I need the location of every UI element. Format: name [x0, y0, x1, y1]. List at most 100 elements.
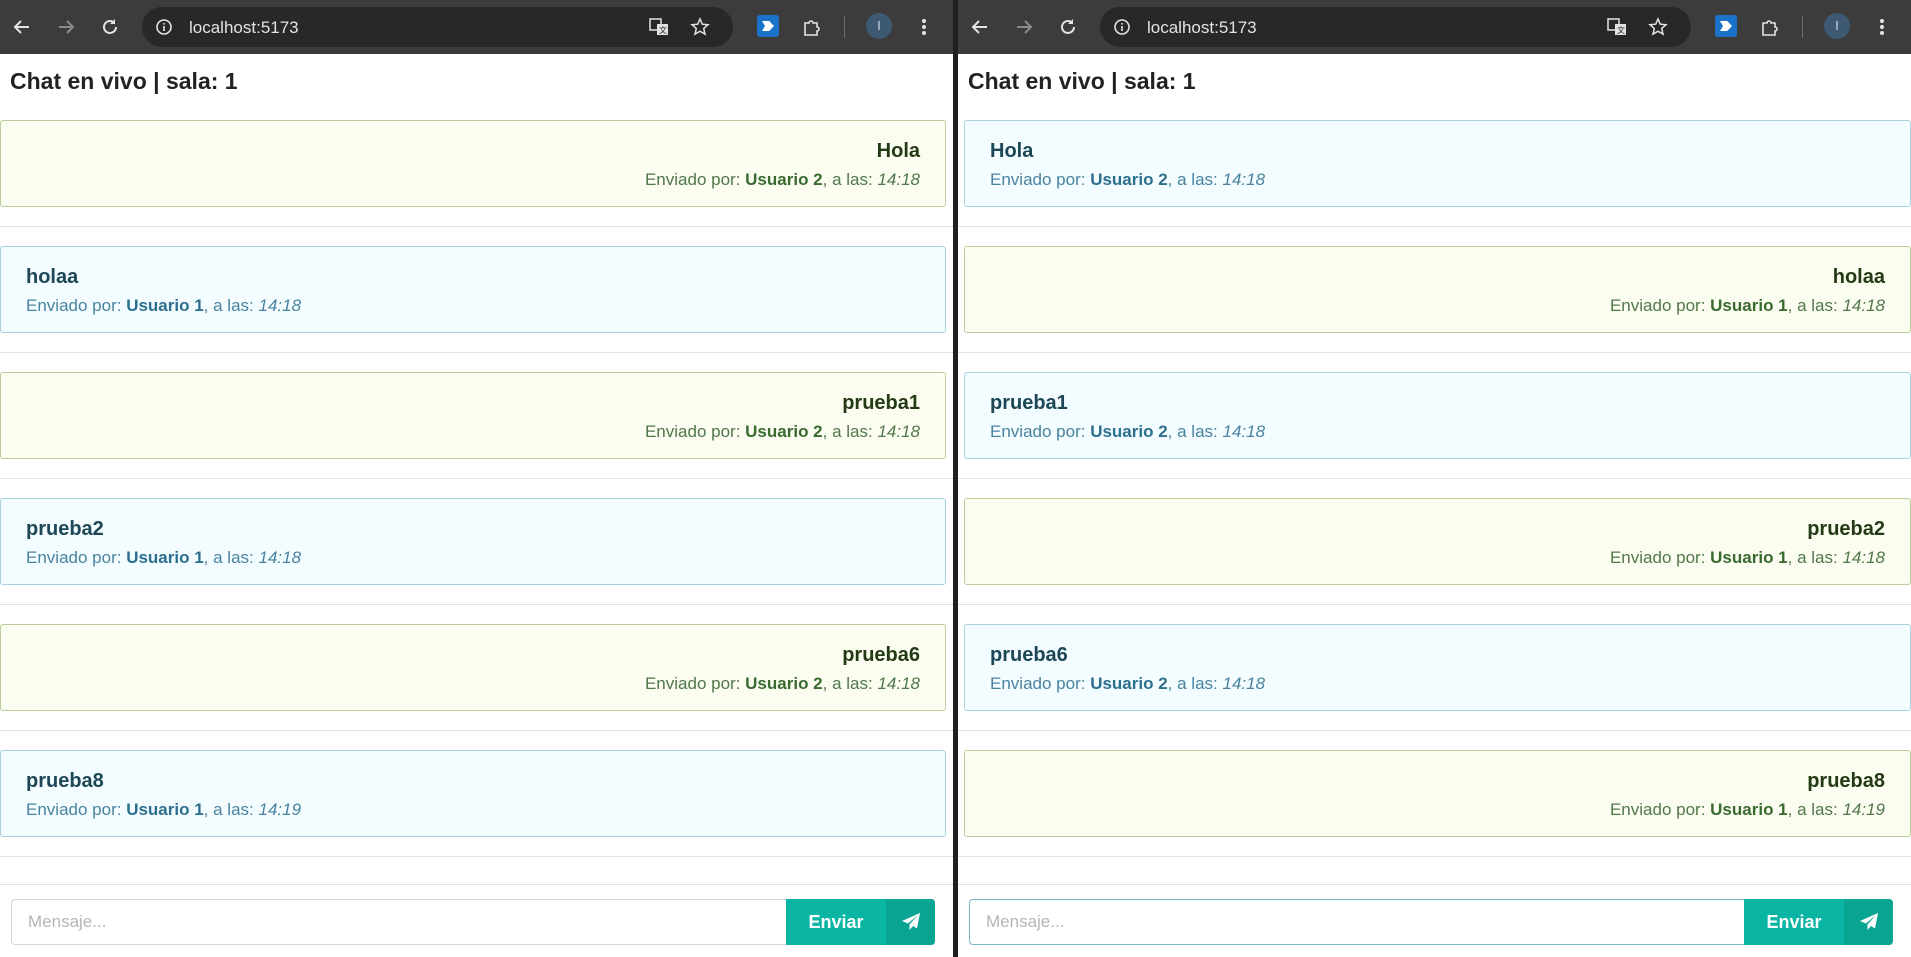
- message-meta: Enviado por: Usuario 2, a las: 14:18: [990, 674, 1265, 694]
- meta-prefix: Enviado por:: [1609, 548, 1711, 567]
- message-card: prueba8 Enviado por: Usuario 1, a las: 14…: [0, 750, 946, 837]
- back-arrow-icon[interactable]: [966, 13, 994, 41]
- message-divider: [0, 730, 953, 731]
- profile-avatar[interactable]: I: [1824, 13, 1850, 39]
- send-button[interactable]: Enviar: [786, 899, 935, 945]
- address-bar[interactable]: localhost:5173 文: [1100, 7, 1691, 47]
- star-icon[interactable]: [1646, 15, 1670, 39]
- message-divider: [958, 352, 1911, 353]
- message-sender: Usuario 1: [126, 800, 204, 819]
- profile-avatar[interactable]: I: [866, 13, 892, 39]
- message-sender: Usuario 1: [126, 548, 204, 567]
- meta-middle: , a las:: [203, 296, 259, 315]
- message-text: prueba1: [842, 392, 920, 414]
- message-card: Hola Enviado por: Usuario 2, a las: 14:18: [0, 120, 946, 207]
- paper-plane-icon: [1844, 899, 1893, 945]
- message-meta: Enviado por: Usuario 2, a las: 14:18: [645, 674, 920, 694]
- message-card: prueba1 Enviado por: Usuario 2, a las: 14…: [964, 372, 1911, 459]
- extension-icon[interactable]: [757, 15, 779, 37]
- message-sender: Usuario 2: [1090, 422, 1168, 441]
- message-time: 14:18: [258, 296, 302, 315]
- reload-icon[interactable]: [96, 13, 124, 41]
- message-divider: [958, 856, 1911, 857]
- message-meta: Enviado por: Usuario 1, a las: 14:19: [1610, 800, 1885, 820]
- message-time: 14:19: [1842, 800, 1885, 819]
- message-input[interactable]: [11, 899, 786, 945]
- message-divider: [958, 478, 1911, 479]
- message-card: prueba2 Enviado por: Usuario 1, a las: 14…: [0, 498, 946, 585]
- url-text[interactable]: localhost:5173: [189, 18, 299, 38]
- message-composer: Enviar: [969, 899, 1893, 945]
- message-divider: [0, 478, 953, 479]
- message-sender: Usuario 2: [1090, 170, 1168, 189]
- meta-middle: , a las:: [1787, 296, 1843, 315]
- message-time: 14:18: [877, 422, 920, 441]
- forward-arrow-icon[interactable]: [52, 13, 80, 41]
- meta-middle: , a las:: [203, 800, 259, 819]
- message-meta: Enviado por: Usuario 1, a las: 14:19: [26, 800, 301, 820]
- meta-middle: , a las:: [822, 674, 878, 693]
- back-arrow-icon[interactable]: [8, 13, 36, 41]
- message-card: prueba1 Enviado por: Usuario 2, a las: 14…: [0, 372, 946, 459]
- url-text[interactable]: localhost:5173: [1147, 18, 1257, 38]
- kebab-menu-icon[interactable]: [1868, 13, 1896, 41]
- reload-icon[interactable]: [1054, 13, 1082, 41]
- message-text: holaa: [1832, 266, 1885, 288]
- meta-prefix: Enviado por:: [644, 170, 746, 189]
- toolbar-separator: [1802, 16, 1803, 38]
- kebab-menu-icon[interactable]: [910, 13, 938, 41]
- message-sender: Usuario 1: [1710, 296, 1788, 315]
- message-time: 14:19: [258, 800, 302, 819]
- message-divider: [958, 226, 1911, 227]
- message-sender: Usuario 1: [1710, 548, 1788, 567]
- message-input[interactable]: [969, 899, 1744, 945]
- translate-icon[interactable]: 文: [1605, 15, 1629, 39]
- meta-middle: , a las:: [1167, 674, 1223, 693]
- meta-middle: , a las:: [203, 548, 259, 567]
- message-card: Hola Enviado por: Usuario 2, a las: 14:18: [964, 120, 1911, 207]
- message-divider: [0, 604, 953, 605]
- message-meta: Enviado por: Usuario 1, a las: 14:18: [26, 548, 301, 568]
- message-text: prueba1: [990, 392, 1068, 414]
- composer-divider: [958, 884, 1911, 885]
- send-button-label: Enviar: [808, 911, 864, 932]
- message-time: 14:18: [1842, 296, 1885, 315]
- message-divider: [958, 730, 1911, 731]
- address-bar[interactable]: localhost:5173 文: [142, 7, 733, 47]
- meta-middle: , a las:: [1787, 548, 1843, 567]
- site-info-icon[interactable]: [1110, 15, 1134, 39]
- message-meta: Enviado por: Usuario 1, a las: 14:18: [26, 296, 301, 316]
- message-time: 14:18: [877, 170, 920, 189]
- message-card: prueba6 Enviado por: Usuario 2, a las: 14…: [0, 624, 946, 711]
- page-title: Chat en vivo | sala: 1: [968, 68, 1196, 94]
- meta-middle: , a las:: [822, 170, 878, 189]
- meta-prefix: Enviado por:: [644, 674, 746, 693]
- message-card: prueba2 Enviado por: Usuario 1, a las: 14…: [964, 498, 1911, 585]
- message-card: prueba8 Enviado por: Usuario 1, a las: 14…: [964, 750, 1911, 837]
- extension-icon[interactable]: [1715, 15, 1737, 37]
- message-composer: Enviar: [11, 899, 935, 945]
- message-meta: Enviado por: Usuario 2, a las: 14:18: [990, 422, 1265, 442]
- message-time: 14:18: [1222, 674, 1266, 693]
- paper-plane-icon: [886, 899, 935, 945]
- meta-prefix: Enviado por:: [990, 170, 1091, 189]
- forward-arrow-icon[interactable]: [1010, 13, 1038, 41]
- message-sender: Usuario 2: [745, 674, 823, 693]
- message-divider: [0, 856, 953, 857]
- translate-icon[interactable]: 文: [647, 15, 671, 39]
- message-sender: Usuario 2: [1090, 674, 1168, 693]
- puzzle-icon[interactable]: [798, 13, 826, 41]
- message-time: 14:18: [1222, 422, 1266, 441]
- browser-toolbar: localhost:5173 文 I: [958, 0, 1911, 54]
- site-info-icon[interactable]: [152, 15, 176, 39]
- star-icon[interactable]: [688, 15, 712, 39]
- message-text: prueba6: [842, 644, 920, 666]
- message-text: prueba8: [26, 770, 104, 792]
- message-meta: Enviado por: Usuario 2, a las: 14:18: [990, 170, 1265, 190]
- chat-page: Chat en vivo | sala: 1 Enviar Hola Enviad…: [958, 54, 1911, 957]
- meta-prefix: Enviado por:: [990, 422, 1091, 441]
- send-button[interactable]: Enviar: [1744, 899, 1893, 945]
- svg-text:文: 文: [1617, 25, 1625, 35]
- message-divider: [958, 604, 1911, 605]
- puzzle-icon[interactable]: [1756, 13, 1784, 41]
